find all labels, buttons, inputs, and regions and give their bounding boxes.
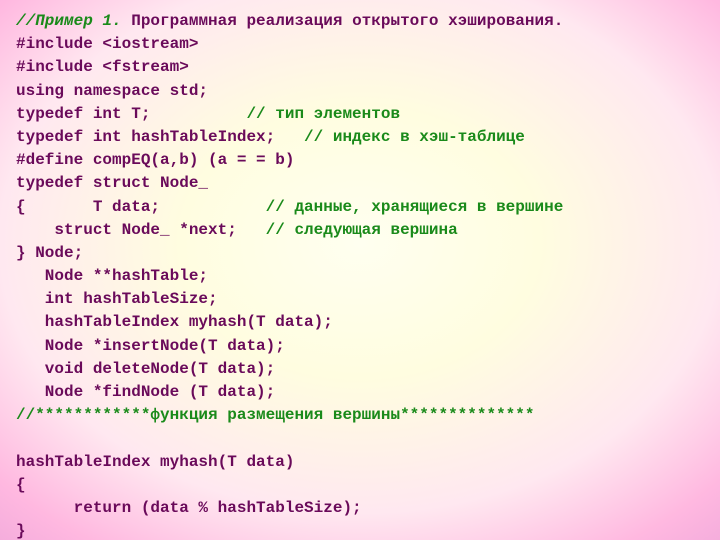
code-line: { bbox=[16, 474, 704, 497]
code-span: return (data % hashTableSize); bbox=[16, 499, 362, 517]
code-block: //Пример 1. Программная реализация откры… bbox=[16, 10, 704, 540]
code-span: int hashTableSize; bbox=[16, 290, 218, 308]
code-line: //Пример 1. Программная реализация откры… bbox=[16, 10, 704, 33]
code-line: typedef struct Node_ bbox=[16, 172, 704, 195]
code-line: using namespace std; bbox=[16, 80, 704, 103]
code-span: //Пример 1. bbox=[16, 12, 122, 30]
code-line: #include <fstream> bbox=[16, 56, 704, 79]
code-span: { bbox=[16, 476, 26, 494]
code-line: Node **hashTable; bbox=[16, 265, 704, 288]
code-line bbox=[16, 427, 704, 450]
code-span: Node **hashTable; bbox=[16, 267, 208, 285]
code-line: typedef int T; // тип элементов bbox=[16, 103, 704, 126]
code-span: // данные, хранящиеся в вершине bbox=[266, 198, 564, 216]
code-span: // тип элементов bbox=[246, 105, 400, 123]
code-span: // следующая вершина bbox=[266, 221, 458, 239]
code-span: //************функция размещения вершины… bbox=[16, 406, 534, 424]
code-line: } bbox=[16, 520, 704, 540]
code-line: Node *insertNode(T data); bbox=[16, 335, 704, 358]
code-line: { T data; // данные, хранящиеся в вершин… bbox=[16, 196, 704, 219]
code-span: using namespace std; bbox=[16, 82, 208, 100]
code-span bbox=[16, 429, 26, 447]
code-line: Node *findNode (T data); bbox=[16, 381, 704, 404]
code-span: void deleteNode(T data); bbox=[16, 360, 275, 378]
code-line: #include <iostream> bbox=[16, 33, 704, 56]
code-line: int hashTableSize; bbox=[16, 288, 704, 311]
code-line: hashTableIndex myhash(T data); bbox=[16, 311, 704, 334]
code-line: typedef int hashTableIndex; // индекс в … bbox=[16, 126, 704, 149]
code-span: } bbox=[16, 522, 26, 540]
code-span: hashTableIndex myhash(T data); bbox=[16, 313, 333, 331]
code-line: return (data % hashTableSize); bbox=[16, 497, 704, 520]
code-span: typedef int T; bbox=[16, 105, 246, 123]
code-span: Node *insertNode(T data); bbox=[16, 337, 285, 355]
code-span: hashTableIndex myhash(T data) bbox=[16, 453, 294, 471]
code-line: struct Node_ *next; // следующая вершина bbox=[16, 219, 704, 242]
code-line: #define compEQ(a,b) (a = = b) bbox=[16, 149, 704, 172]
code-span: struct Node_ *next; bbox=[16, 221, 266, 239]
code-span: Программная реализация открытого хэширов… bbox=[122, 12, 564, 30]
code-span: // индекс в хэш-таблице bbox=[304, 128, 525, 146]
code-line: hashTableIndex myhash(T data) bbox=[16, 451, 704, 474]
code-span: #include <fstream> bbox=[16, 58, 189, 76]
code-span: #define compEQ(a,b) (a = = b) bbox=[16, 151, 294, 169]
code-line: void deleteNode(T data); bbox=[16, 358, 704, 381]
code-span: #include <iostream> bbox=[16, 35, 198, 53]
code-span: } Node; bbox=[16, 244, 83, 262]
code-span: Node *findNode (T data); bbox=[16, 383, 275, 401]
code-line: } Node; bbox=[16, 242, 704, 265]
code-span: typedef struct Node_ bbox=[16, 174, 208, 192]
code-span: { T data; bbox=[16, 198, 266, 216]
code-span: typedef int hashTableIndex; bbox=[16, 128, 304, 146]
code-line: //************функция размещения вершины… bbox=[16, 404, 704, 427]
